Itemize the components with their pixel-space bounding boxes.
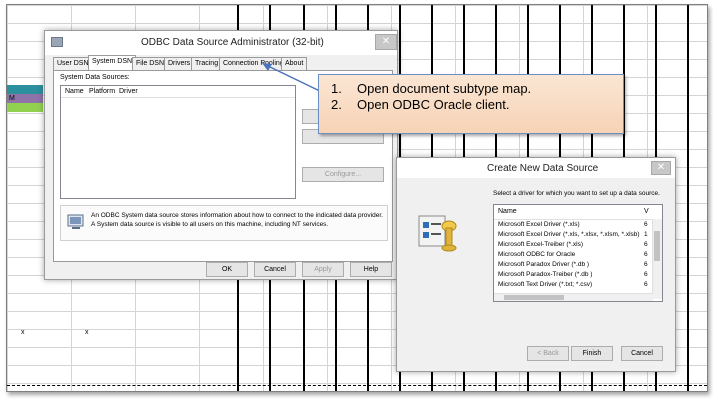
driver-version: 6: [644, 281, 648, 288]
driver-name: Microsoft Paradox-Treiber (*.db ): [498, 271, 593, 278]
column-name[interactable]: Name: [498, 205, 517, 219]
odbc-admin-dialog: ODBC Data Source Administrator (32-bit) …: [44, 30, 398, 280]
driver-name: Microsoft Excel Driver (*.xls, *.xlsx, *…: [498, 231, 640, 238]
driver-row[interactable]: Microsoft Excel Driver (*.xls) 6: [494, 221, 652, 231]
info-box: An ODBC System data source stores inform…: [60, 205, 388, 241]
create-data-source-dialog: Create New Data Source ✕ Select a driver…: [396, 157, 676, 372]
callout-text: Open document subtype map.: [357, 81, 532, 96]
instruction-callout: 1. Open document subtype map. 2. Open ODBC…: [318, 74, 624, 134]
tab-user-dsn[interactable]: User DSN: [53, 57, 93, 70]
driver-version: 6: [644, 271, 648, 278]
tab-tracing[interactable]: Tracing: [191, 57, 223, 70]
tab-system-dsn[interactable]: System DSN: [88, 55, 137, 70]
driver-name: Microsoft Text Driver (*.txt; *.csv): [498, 281, 593, 288]
callout-item-2: 2. Open ODBC Oracle client.: [331, 97, 509, 112]
apply-button[interactable]: Apply: [302, 262, 344, 277]
cancel-button[interactable]: Cancel: [621, 346, 663, 361]
callout-number: 2.: [331, 97, 342, 112]
odbc-title: ODBC Data Source Administrator (32-bit): [141, 37, 324, 48]
list-label: System Data Sources:: [60, 74, 130, 81]
driver-version: 1: [644, 231, 648, 238]
purple-cell: M: [7, 94, 43, 103]
computer-database-icon: [67, 214, 84, 229]
driver-row[interactable]: Microsoft Paradox-Treiber (*.db ) 6: [494, 271, 652, 281]
info-line-1: An ODBC System data source stores inform…: [91, 212, 383, 219]
driver-version: 6: [644, 261, 648, 268]
cell-x: x: [85, 329, 89, 336]
configure-button[interactable]: Configure...: [302, 167, 384, 182]
create-ds-titlebar: Create New Data Source ✕: [397, 158, 675, 178]
setup-wizard-icon: [418, 215, 457, 252]
driver-name: Microsoft Paradox Driver (*.db ): [498, 261, 590, 268]
column-driver[interactable]: Driver: [119, 86, 138, 97]
driver-version: 6: [644, 241, 648, 248]
create-ds-title: Create New Data Source: [487, 163, 599, 174]
window-icon: [51, 37, 63, 47]
column-version[interactable]: V: [644, 205, 649, 219]
cell-x: x: [21, 329, 25, 336]
driver-row[interactable]: Microsoft Excel Driver (*.xls, *.xlsx, *…: [494, 231, 652, 241]
driver-prompt: Select a driver for which you want to se…: [493, 190, 660, 197]
tab-drivers[interactable]: Drivers: [164, 57, 195, 70]
scrollbar-thumb[interactable]: [654, 231, 660, 261]
page-break-line: [7, 385, 707, 386]
close-button[interactable]: ✕: [375, 34, 397, 50]
driver-name: Microsoft Excel-Treiber (*.xls): [498, 241, 583, 248]
ok-button[interactable]: OK: [206, 262, 248, 277]
vertical-scrollbar[interactable]: [652, 219, 662, 299]
close-button[interactable]: ✕: [651, 161, 671, 175]
driver-name: Microsoft ODBC for Oracle: [498, 251, 576, 258]
driver-rows: Microsoft Excel Driver (*.xls) 6 Microsof…: [494, 221, 652, 291]
column-name[interactable]: Name: [65, 86, 84, 97]
driver-version: 6: [644, 251, 648, 258]
horizontal-scrollbar[interactable]: [494, 293, 653, 301]
bordered-column: [687, 5, 707, 391]
odbc-tabs: User DSN System DSN File DSN Drivers Tra…: [53, 55, 393, 71]
driver-row[interactable]: Microsoft Text Driver (*.txt; *.csv) 6: [494, 281, 652, 291]
finish-button[interactable]: Finish: [571, 346, 613, 361]
driver-row[interactable]: Microsoft Excel-Treiber (*.xls) 6: [494, 241, 652, 251]
green-cell: [7, 103, 43, 112]
driver-row[interactable]: Microsoft ODBC for Oracle 6: [494, 251, 652, 261]
driver-list-header: Name V: [494, 205, 662, 220]
driver-version: 6: [644, 221, 648, 228]
callout-number: 1.: [331, 81, 342, 96]
teal-cell: [7, 85, 43, 94]
callout-text: Open ODBC Oracle client.: [357, 97, 510, 112]
driver-list[interactable]: Name V Microsoft Excel Driver (*.xls) 6 M…: [493, 204, 663, 302]
callout-item-1: 1. Open document subtype map.: [331, 81, 531, 96]
back-button[interactable]: < Back: [527, 346, 569, 361]
scrollbar-thumb[interactable]: [504, 295, 564, 300]
odbc-titlebar: ODBC Data Source Administrator (32-bit) …: [45, 31, 397, 55]
driver-name: Microsoft Excel Driver (*.xls): [498, 221, 580, 228]
tab-file-dsn[interactable]: File DSN: [132, 57, 169, 70]
system-dsn-list[interactable]: Name Platform Driver: [60, 85, 296, 199]
cancel-button[interactable]: Cancel: [254, 262, 296, 277]
driver-row[interactable]: Microsoft Paradox Driver (*.db ) 6: [494, 261, 652, 271]
column-platform[interactable]: Platform: [89, 86, 115, 97]
info-line-2: A System data source is visible to all u…: [91, 221, 329, 228]
help-button[interactable]: Help: [350, 262, 392, 277]
